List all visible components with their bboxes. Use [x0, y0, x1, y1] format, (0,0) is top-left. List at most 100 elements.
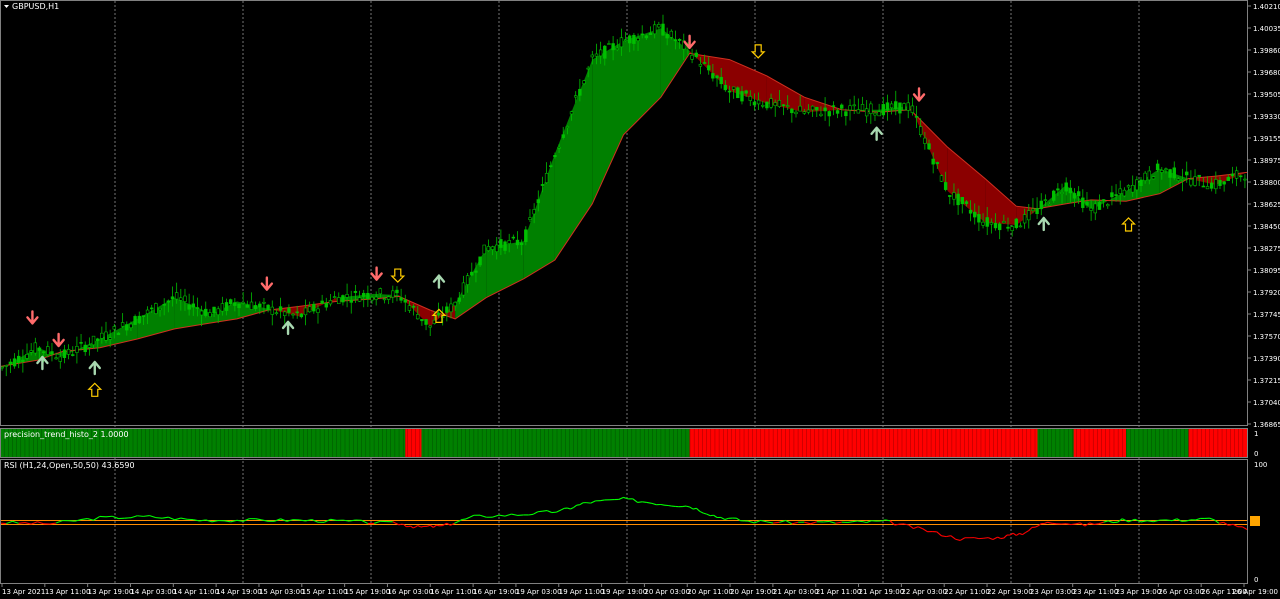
rsi-value-marker [1250, 516, 1260, 526]
candle [1014, 217, 1019, 230]
price-label: 1.37215 [1253, 377, 1280, 385]
time-label: 13 Apr 2021 [2, 588, 45, 596]
histo-panel-title: precision_trend_histo_2 1.0000 [4, 430, 129, 439]
rsi-line-segment [576, 504, 580, 506]
time-label: 23 Apr 11:00 [1073, 588, 1119, 596]
time-label: 13 Apr 19:00 [88, 588, 134, 596]
histo-segment [405, 429, 422, 457]
price-label: 1.40210 [1253, 3, 1280, 11]
candle [736, 86, 740, 99]
price-label: 1.38095 [1253, 267, 1280, 275]
price-label: 1.39155 [1253, 135, 1280, 143]
rsi-line-segment [660, 503, 665, 506]
histo-axis-bottom: 0 [1254, 450, 1258, 458]
rsi-line-segment [822, 520, 830, 523]
rsi-line-segment [528, 513, 534, 516]
rsi-line-segment [398, 523, 402, 526]
rsi-line-segment [462, 518, 467, 521]
time-label: 22 Apr 03:00 [901, 588, 947, 596]
rsi-line-segment [68, 520, 75, 522]
price-label: 1.39860 [1253, 47, 1280, 55]
time-label: 21 Apr 19:00 [859, 588, 905, 596]
time-label: 22 Apr 11:00 [944, 588, 990, 596]
rsi-line-segment [852, 520, 858, 523]
time-label: 22 Apr 19:00 [987, 588, 1033, 596]
candle [1151, 176, 1156, 180]
time-label: 19 Apr 19:00 [602, 588, 648, 596]
window-title: GBPUSD,H1 [4, 2, 59, 11]
trading-chart[interactable]: GBPUSD,H1 1.40210 1.40035 1.39860 1.39680 1.… [0, 0, 1280, 599]
time-label: 15 Apr 11:00 [302, 588, 348, 596]
histo-axis-top: 1 [1254, 430, 1258, 438]
rsi-panel-title: RSI (H1,24,Open,50,50) 43.6590 [4, 461, 135, 470]
rsi-line-segment [1070, 523, 1076, 526]
price-label: 1.37570 [1253, 333, 1280, 341]
time-label: 15 Apr 03:00 [259, 588, 305, 596]
rsi-line-segment [1165, 519, 1173, 522]
time-label: 20 Apr 11:00 [687, 588, 733, 596]
rsi-line-segment [773, 521, 780, 524]
rsi-axis-bottom: 0 [1254, 576, 1258, 584]
time-label: 26 Apr 19:00 [1232, 588, 1278, 596]
price-label: 1.37040 [1253, 399, 1280, 407]
time-label: 20 Apr 03:00 [644, 588, 690, 596]
rsi-axis-top: 100 [1254, 461, 1267, 469]
candle [902, 102, 906, 111]
rsi-line-segment [847, 521, 853, 524]
time-label: 21 Apr 03:00 [773, 588, 819, 596]
time-label: 14 Apr 11:00 [173, 588, 219, 596]
rsi-line-segment [542, 510, 548, 512]
time-label: 21 Apr 11:00 [816, 588, 862, 596]
candle [482, 244, 486, 255]
time-label: 26 Apr 03:00 [1158, 588, 1204, 596]
rsi-line-segment [692, 507, 697, 510]
time-label: 23 Apr 03:00 [1030, 588, 1076, 596]
price-label: 1.38450 [1253, 223, 1280, 231]
time-label: 20 Apr 19:00 [730, 588, 776, 596]
price-label: 1.38800 [1253, 179, 1280, 187]
price-label: 1.39680 [1253, 69, 1280, 77]
rsi-line-segment [537, 510, 543, 513]
rsi-line-segment [642, 501, 647, 504]
rsi-line-segment [436, 524, 440, 527]
rsi-line-segment [105, 515, 113, 518]
rsi-line-segment [857, 520, 863, 523]
rsi-line-segment [137, 515, 144, 517]
price-label: 1.37920 [1253, 289, 1280, 297]
time-label: 14 Apr 03:00 [130, 588, 176, 596]
histo-segment [1126, 429, 1189, 457]
price-label: 1.37390 [1253, 355, 1280, 363]
price-label: 1.38625 [1253, 201, 1280, 209]
candle [939, 174, 944, 182]
time-label: 14 Apr 19:00 [216, 588, 262, 596]
candle [154, 302, 158, 315]
time-label: 16 Apr 19:00 [473, 588, 519, 596]
time-label: 16 Apr 03:00 [387, 588, 433, 596]
rsi-line-segment [155, 517, 163, 519]
price-label: 1.37745 [1253, 311, 1280, 319]
price-label: 1.39505 [1253, 91, 1280, 99]
time-label: 23 Apr 19:00 [1116, 588, 1162, 596]
rsi-line-segment [637, 501, 643, 503]
rsi-line-segment [143, 515, 150, 517]
price-label: 1.36865 [1253, 421, 1280, 429]
time-label: 15 Apr 19:00 [345, 588, 391, 596]
price-label: 1.40035 [1253, 25, 1280, 33]
trend-histogram-panel[interactable] [0, 429, 1247, 457]
time-label: 19 Apr 03:00 [516, 588, 562, 596]
price-label: 1.38975 [1253, 157, 1280, 165]
price-label: 1.38275 [1253, 245, 1280, 253]
rsi-line-segment [600, 499, 605, 502]
time-label: 16 Apr 11:00 [430, 588, 476, 596]
time-label: 19 Apr 11:00 [559, 588, 605, 596]
rsi-line-segment [420, 525, 425, 528]
rsi-line-segment [667, 504, 672, 507]
rsi-line-segment [941, 535, 947, 538]
histo-segment [689, 429, 1038, 457]
price-label: 1.39330 [1253, 113, 1280, 121]
time-label: 13 Apr 11:00 [45, 588, 91, 596]
rsi-line-segment [1094, 523, 1100, 525]
rsi-line-segment [983, 537, 989, 539]
histo-segment [421, 429, 690, 457]
window-title-text: GBPUSD,H1 [12, 2, 59, 11]
